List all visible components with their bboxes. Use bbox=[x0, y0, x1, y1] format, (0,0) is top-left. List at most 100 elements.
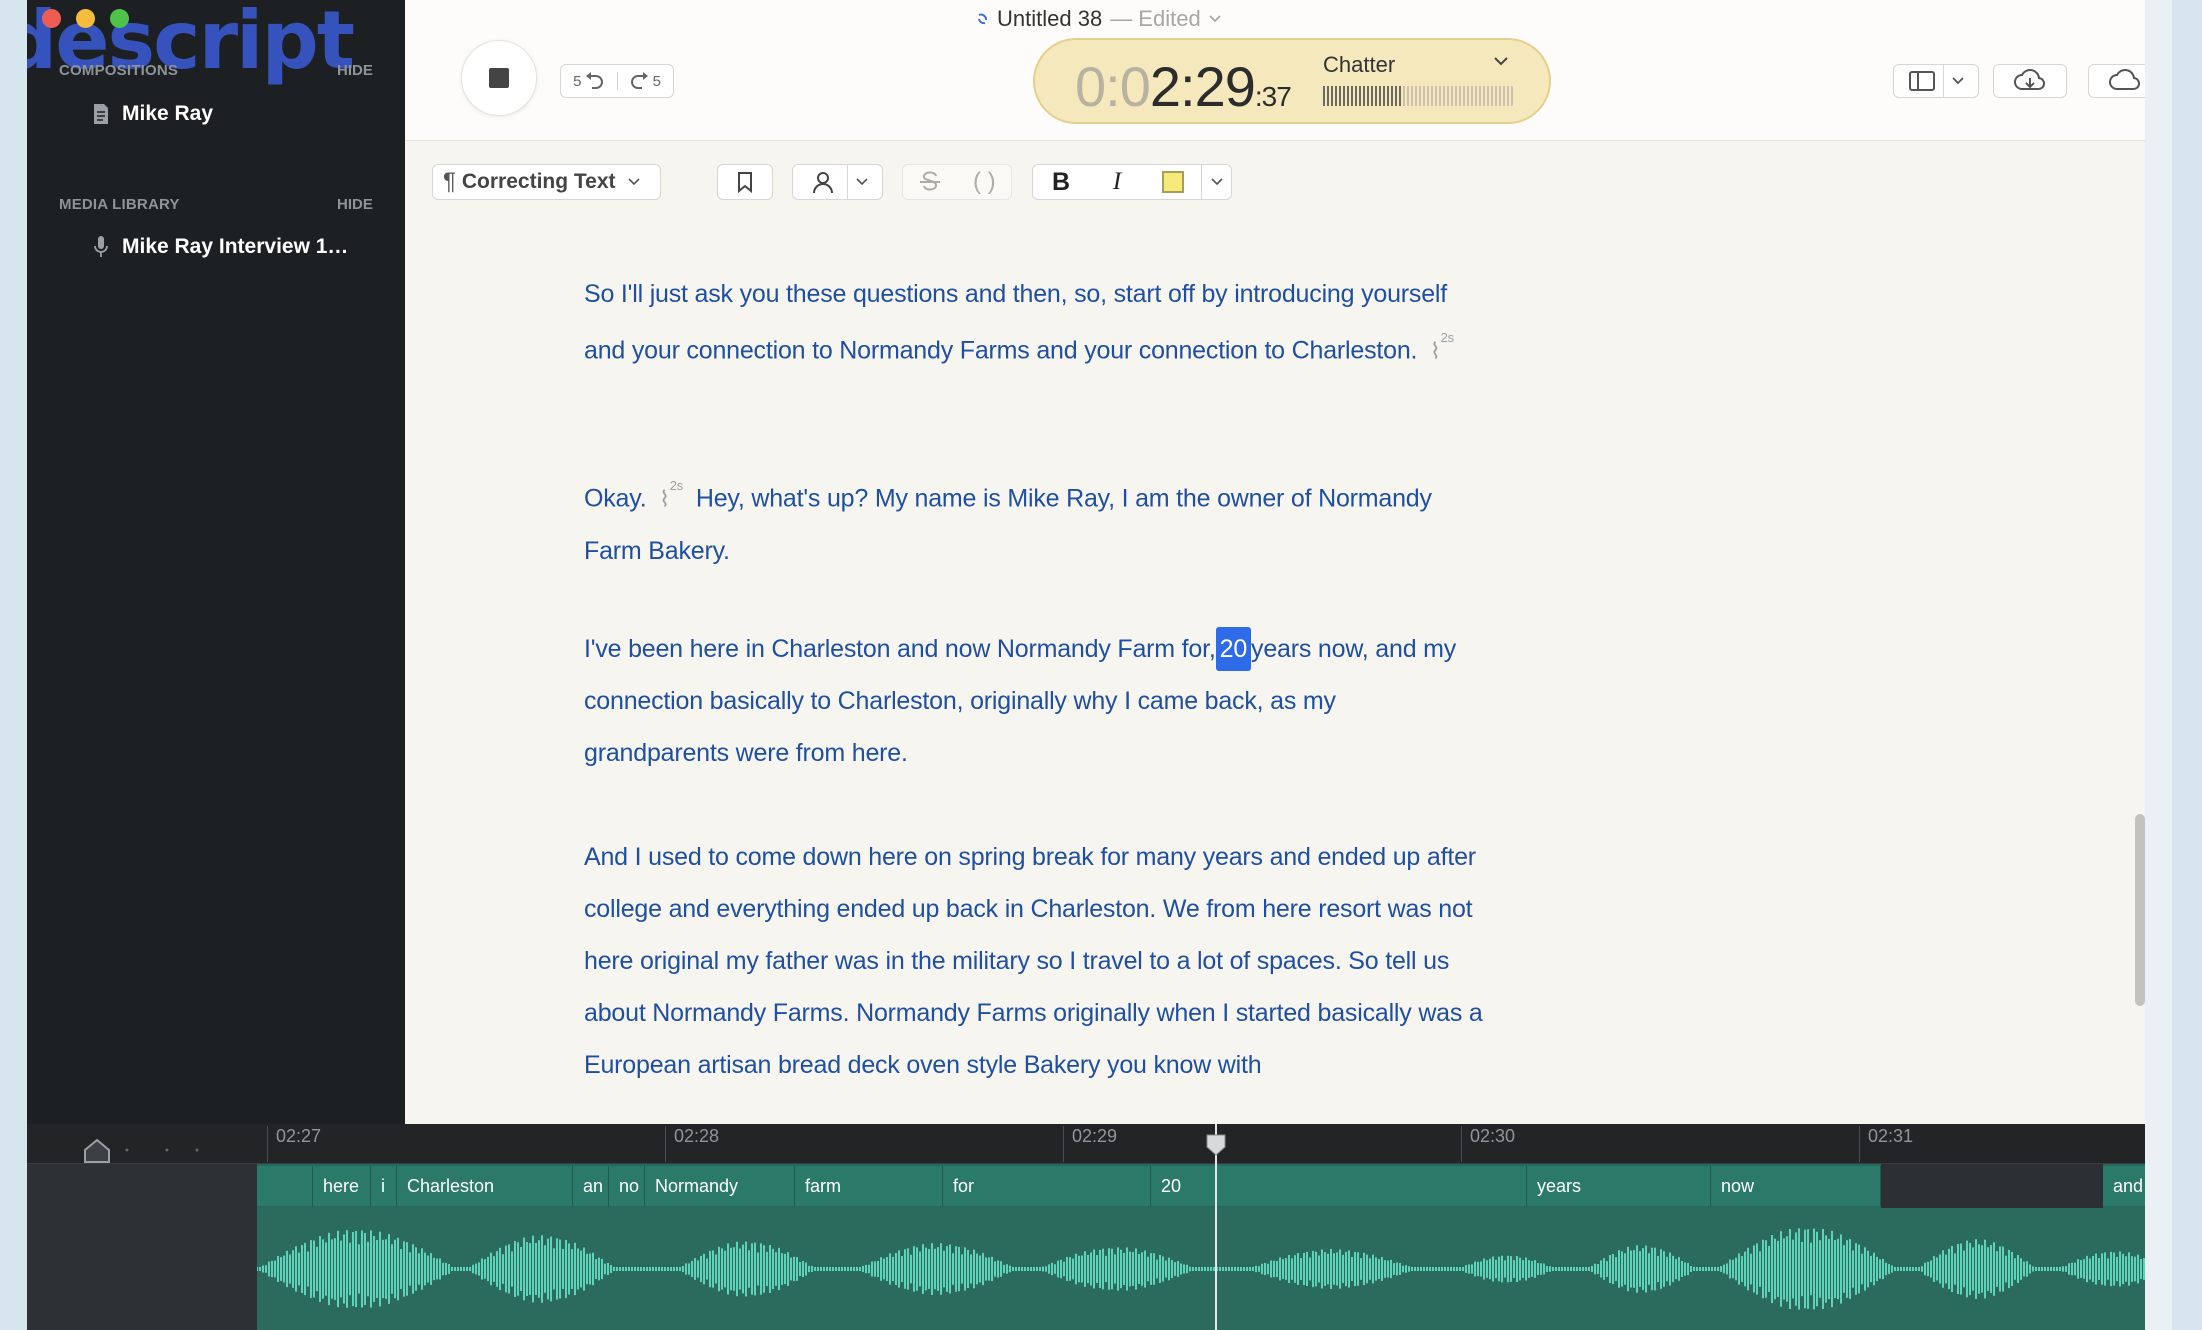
media-library-header: MEDIA LIBRARY bbox=[59, 196, 180, 213]
layout-toggle-button[interactable] bbox=[1893, 64, 1979, 98]
paragraph-text: Hey, what's up? My name is Mike Ray, I a… bbox=[584, 484, 1432, 566]
text-format-group: B I bbox=[1032, 164, 1232, 200]
ruler-tick: 02:30 bbox=[1461, 1126, 1515, 1162]
cloud-icon bbox=[2109, 69, 2140, 90]
media-library-hide-button[interactable]: HIDE bbox=[337, 196, 373, 213]
word-block[interactable]: for bbox=[943, 1166, 1151, 1206]
pause-marker[interactable]: ⌇2s bbox=[659, 468, 683, 525]
word-block[interactable]: an bbox=[573, 1166, 609, 1206]
ruler-tick: 02:27 bbox=[267, 1126, 321, 1162]
ruler-tick: 02:28 bbox=[665, 1126, 719, 1162]
document-title-text: Untitled 38 bbox=[997, 6, 1103, 31]
sidebar: descript COMPOSITIONS HIDE Mike Ray MEDI… bbox=[27, 0, 405, 1124]
compositions-header: COMPOSITIONS bbox=[59, 62, 179, 79]
chevron-down-icon bbox=[1209, 15, 1221, 23]
cloud-download-icon bbox=[2014, 69, 2045, 90]
timecode-frames: :37 bbox=[1254, 81, 1292, 112]
forward-icon bbox=[630, 72, 648, 89]
word-block[interactable]: farm bbox=[795, 1166, 943, 1206]
zoom-handle-icon[interactable] bbox=[83, 1138, 111, 1164]
paragraph-text: And I used to come down here on spring b… bbox=[584, 843, 1483, 1079]
highlight-button[interactable] bbox=[1145, 171, 1201, 193]
cloud-download-button[interactable] bbox=[1993, 64, 2067, 98]
composition-item[interactable]: Mike Ray bbox=[92, 102, 213, 126]
transcript-paragraph[interactable]: So I'll just ask you these questions and… bbox=[584, 268, 1484, 377]
pause-marker[interactable]: ⌇2s bbox=[1430, 320, 1454, 377]
level-meter bbox=[1323, 86, 1513, 106]
timeline-ruler[interactable]: 02:27 02:28 02:29 02:30 02:31 bbox=[27, 1124, 2172, 1164]
word-block[interactable]: i bbox=[371, 1166, 397, 1206]
sync-icon bbox=[978, 13, 987, 25]
transcript-paragraph[interactable]: And I used to come down here on spring b… bbox=[584, 831, 1484, 1091]
skip-forward-label: 5 bbox=[652, 72, 661, 90]
chevron-down-icon bbox=[1951, 77, 1964, 85]
voice-select[interactable]: Chatter bbox=[1323, 52, 1395, 78]
selected-word[interactable]: 20 bbox=[1215, 627, 1252, 671]
word-block[interactable]: no bbox=[609, 1166, 645, 1206]
person-icon bbox=[813, 172, 833, 194]
timecode: 0:02:29:37 bbox=[1075, 54, 1292, 119]
compositions-hide-button[interactable]: HIDE bbox=[337, 62, 373, 79]
microphone-icon bbox=[94, 236, 108, 257]
paragraph-text: I've been here in Charleston and now Nor… bbox=[584, 635, 1216, 663]
strikethrough-icon[interactable] bbox=[918, 171, 942, 193]
stop-button[interactable] bbox=[461, 40, 537, 116]
word-block[interactable] bbox=[257, 1166, 313, 1206]
paragraph-style-label: Correcting Text bbox=[461, 170, 616, 193]
bold-button[interactable]: B bbox=[1033, 168, 1089, 197]
document-status: — Edited bbox=[1110, 6, 1201, 31]
speaker-button[interactable] bbox=[792, 164, 883, 200]
playback-timer: 0:02:29:37 Chatter bbox=[1033, 38, 1551, 124]
italic-button[interactable]: I bbox=[1089, 168, 1145, 196]
skip-controls: 5 5 bbox=[560, 64, 674, 98]
word-block[interactable]: 20 bbox=[1151, 1166, 1527, 1206]
strike-ignore-group: ( ) bbox=[902, 164, 1012, 200]
word-block[interactable]: here bbox=[313, 1166, 371, 1206]
chevron-down-icon bbox=[627, 178, 640, 186]
timecode-main: 2:29 bbox=[1149, 55, 1256, 118]
close-window-button[interactable] bbox=[42, 9, 61, 28]
skip-forward-button[interactable]: 5 bbox=[616, 72, 674, 90]
level-meter-fill bbox=[1323, 86, 1401, 106]
bookmark-icon bbox=[738, 172, 752, 193]
pause-duration: 2s bbox=[669, 478, 684, 493]
highlight-color-swatch bbox=[1162, 171, 1184, 193]
media-item-label: Mike Ray Interview 1… bbox=[122, 235, 349, 258]
app-window: descript COMPOSITIONS HIDE Mike Ray MEDI… bbox=[27, 0, 2172, 1330]
playhead-handle-icon[interactable] bbox=[1206, 1134, 1226, 1156]
composition-item-label: Mike Ray bbox=[122, 102, 214, 125]
sidebar-layout-icon bbox=[1908, 71, 1935, 91]
rewind-icon bbox=[586, 72, 604, 89]
timecode-leading: 0:0 bbox=[1075, 55, 1151, 118]
timeline: 02:27 02:28 02:29 02:30 02:31 here i Cha… bbox=[27, 1124, 2172, 1330]
word-block[interactable]: now bbox=[1711, 1166, 1881, 1206]
skip-back-label: 5 bbox=[573, 72, 582, 90]
paragraph-text: Okay. bbox=[584, 484, 647, 513]
chevron-down-icon[interactable] bbox=[1493, 56, 1509, 66]
chevron-down-icon bbox=[856, 178, 868, 186]
window-controls bbox=[42, 9, 129, 28]
transcript-paragraph[interactable]: Okay. ⌇2s Hey, what's up? My name is Mik… bbox=[584, 468, 1484, 577]
paragraph-style-select[interactable]: ¶ Correcting Text bbox=[432, 164, 661, 200]
chevron-down-icon[interactable] bbox=[1211, 178, 1223, 186]
word-block[interactable]: Charleston bbox=[397, 1166, 573, 1206]
bookmark-button[interactable] bbox=[717, 164, 773, 200]
word-block[interactable]: years bbox=[1527, 1166, 1711, 1206]
pause-duration: 2s bbox=[1440, 330, 1455, 345]
scrollbar-thumb[interactable] bbox=[2135, 814, 2145, 1006]
transcript-paragraph[interactable]: I've been here in Charleston and now Nor… bbox=[584, 623, 1484, 779]
word-block[interactable]: Normandy bbox=[645, 1166, 795, 1206]
minimize-window-button[interactable] bbox=[76, 9, 95, 28]
ruler-tick: 02:31 bbox=[1859, 1126, 1913, 1162]
ruler-tick: 02:29 bbox=[1063, 1126, 1117, 1162]
media-item[interactable]: Mike Ray Interview 1… bbox=[92, 235, 348, 259]
pilcrow-icon: ¶ bbox=[443, 168, 456, 195]
document-title[interactable]: Untitled 38 — Edited bbox=[975, 6, 1221, 32]
top-bar: Untitled 38 — Edited 5 5 0:02:29:37 Chat… bbox=[405, 0, 2172, 141]
skip-back-button[interactable]: 5 bbox=[561, 72, 617, 90]
stop-icon bbox=[489, 68, 509, 88]
transcript-editor[interactable]: So I'll just ask you these questions and… bbox=[405, 222, 2145, 1124]
zoom-window-button[interactable] bbox=[110, 9, 129, 28]
window-edge bbox=[2145, 0, 2172, 1330]
parentheses-icon[interactable]: ( ) bbox=[973, 168, 996, 196]
